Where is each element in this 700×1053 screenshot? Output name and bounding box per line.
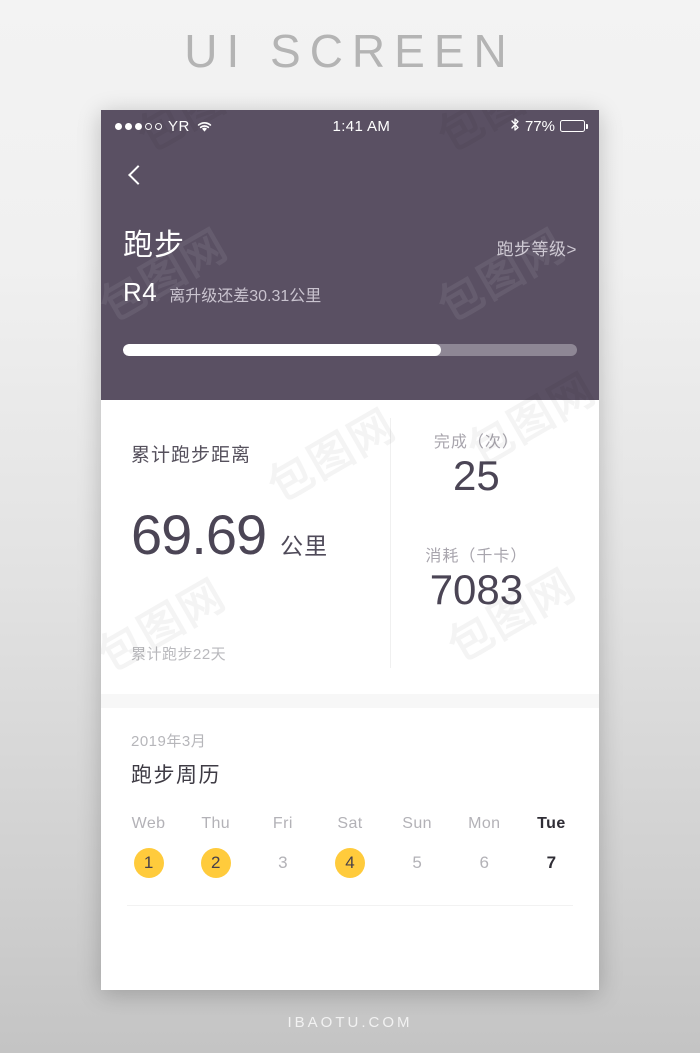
distance-unit: 公里 (280, 533, 329, 559)
calendar-day-active[interactable]: 2 (200, 848, 231, 878)
calendar-day-wrap: 2 (182, 847, 249, 879)
metric-calories: 消耗（千卡） 7083 (390, 542, 563, 614)
days-note: 累计跑步22天 (131, 646, 227, 663)
calendar-section: 2019年3月 跑步周历 Web 1 Thu 2 Fri 3 Sat 4 Sun 5 Mon 6 Tue… (101, 110, 599, 906)
section-divider (101, 694, 599, 708)
calendar-day-of-week: Thu (201, 815, 231, 832)
status-bar-left: YR (115, 118, 213, 135)
metric-label: 完成（次） (433, 434, 519, 451)
distance-block: 累计跑步距离 69.69 公里 累计跑步22天 (101, 400, 390, 694)
calendar-day-of-week: Web (131, 815, 166, 832)
calendar-day-column[interactable]: Thu 2 (182, 815, 249, 879)
signal-strength-icon (115, 122, 162, 130)
metric-completed: 完成（次） 25 (390, 428, 563, 500)
status-bar: YR 1:41 AM 77% (101, 110, 599, 142)
calendar-day-wrap: 3 (249, 847, 316, 879)
running-level-link[interactable]: 跑步等级> (497, 235, 577, 260)
calendar-day[interactable]: 3 (268, 848, 298, 878)
calendar-day-column[interactable]: Sat 4 (316, 815, 383, 879)
carrier-label: YR (168, 117, 190, 135)
calendar-week-grid: Web 1 Thu 2 Fri 3 Sat 4 Sun 5 Mon 6 Tue 7 (101, 815, 599, 879)
distance-value: 69.69 (131, 503, 267, 566)
app-header: YR 1:41 AM 77% 跑步 跑步等级> R4 离升级还差30.31公里 … (101, 110, 599, 400)
chevron-left-icon (128, 165, 148, 185)
calendar-title: 跑步周历 (131, 764, 221, 787)
calendar-day-wrap: 5 (384, 847, 451, 879)
calendar-day[interactable]: 7 (536, 848, 566, 878)
phone-screen: YR 1:41 AM 77% 跑步 跑步等级> R4 离升级还差30.31公里 … (101, 110, 599, 990)
metric-value: 25 (453, 452, 500, 499)
metric-value: 7083 (429, 566, 524, 614)
status-bar-time: 1:41 AM (332, 117, 391, 135)
calendar-day-active[interactable]: 4 (334, 848, 365, 878)
distance-label: 累计跑步距离 (131, 445, 252, 466)
calendar-day-column[interactable]: Tue 7 (518, 815, 585, 879)
poster-footer: IBAOTU.COM (287, 1014, 413, 1031)
calendar-day-wrap: 7 (518, 847, 585, 879)
calendar-day-of-week: Mon (468, 815, 501, 832)
calendar-day-column[interactable]: Mon 6 (451, 815, 518, 879)
status-bar-right: 77% (510, 117, 588, 135)
distance-value-row: 69.69 公里 (131, 507, 390, 563)
rank-upgrade-note: 离升级还差30.31公里 (169, 288, 322, 305)
wifi-icon (196, 120, 213, 133)
back-button[interactable] (119, 158, 153, 192)
calendar-day-wrap: 1 (115, 847, 182, 879)
calendar-day-of-week: Fri (272, 815, 293, 832)
calendar-month-label: 2019年3月 (131, 733, 207, 750)
rank-row: R4 离升级还差30.31公里 (123, 277, 321, 308)
stats-section: 累计跑步距离 69.69 公里 累计跑步22天 完成（次） 25 消耗（千卡） … (101, 364, 599, 694)
calendar-day-active[interactable]: 1 (133, 848, 164, 878)
calendar-day[interactable]: 5 (402, 848, 432, 878)
calendar-day-of-week: Sun (402, 815, 432, 832)
metrics-block: 完成（次） 25 消耗（千卡） 7083 (389, 400, 599, 694)
calendar-day-of-week: Sat (337, 815, 363, 832)
calendar-day-column[interactable]: Web 1 (115, 815, 182, 879)
level-progress-bar (123, 344, 577, 356)
calendar-day[interactable]: 6 (469, 848, 499, 878)
page-title: 跑步 (123, 229, 185, 262)
calendar-day-of-week: Tue (537, 815, 566, 832)
calendar-day-wrap: 6 (451, 847, 518, 879)
rank-code: R4 (123, 277, 158, 307)
battery-percent-label: 77% (524, 117, 555, 135)
calendar-day-column[interactable]: Fri 3 (249, 815, 316, 879)
metric-label: 消耗（千卡） (425, 548, 528, 566)
header-title-row: 跑步 跑步等级> (123, 220, 577, 264)
battery-icon (560, 120, 588, 132)
bluetooth-icon (510, 117, 520, 135)
level-progress-fill (123, 344, 441, 356)
calendar-day-wrap: 4 (316, 847, 383, 879)
poster-title: UI SCREEN (184, 25, 516, 77)
calendar-day-column[interactable]: Sun 5 (384, 815, 451, 879)
calendar-bottom-divider (127, 905, 573, 906)
